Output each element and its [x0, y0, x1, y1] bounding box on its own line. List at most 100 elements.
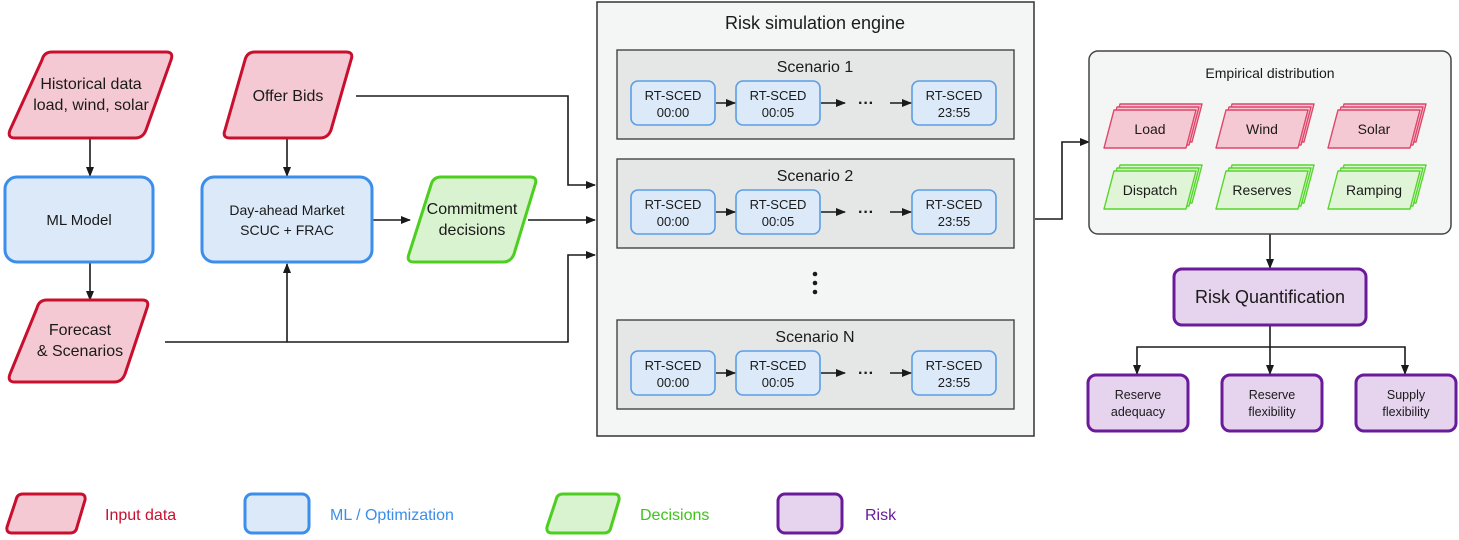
legend: Input data ML / Optimization Decisions R…	[5, 492, 897, 535]
empirical-card-dispatch[interactable]: Dispatch	[1103, 164, 1203, 210]
rounded-rect-shape	[1220, 373, 1324, 433]
empirical-card-reserves[interactable]: Reserves	[1215, 164, 1315, 210]
arrow-bids-to-engine	[356, 95, 596, 189]
arrow-risk-to-supply	[1270, 346, 1409, 375]
scenario-title: Scenario 2	[777, 168, 854, 185]
label-line-2: & Scenarios	[37, 343, 123, 360]
scenario-title: Scenario N	[775, 329, 854, 346]
step-time: 00:05	[762, 105, 795, 120]
dot	[812, 280, 818, 286]
risk-metric-supply-flexibility[interactable]: Supply flexibility	[1354, 373, 1458, 433]
empirical-card-load[interactable]: Load	[1103, 103, 1203, 149]
parallelogram-shape	[406, 175, 538, 264]
parallelogram-shape	[7, 50, 174, 140]
step-time: 00:05	[762, 375, 795, 390]
label-line-1: Historical data	[40, 76, 141, 93]
rt-sced-step[interactable]: RT-SCED 00:05	[735, 80, 821, 126]
step-time: 23:55	[938, 375, 971, 390]
label: ML Model	[46, 212, 111, 229]
label-line-1: Commitment	[427, 201, 518, 218]
step-label: RT-SCED	[926, 197, 983, 212]
step-label: RT-SCED	[750, 88, 807, 103]
rt-sced-step[interactable]: RT-SCED 23:55	[911, 350, 997, 396]
rt-sced-step[interactable]: RT-SCED 00:00	[630, 189, 716, 235]
step-time: 00:00	[657, 105, 690, 120]
label-line-2: decisions	[439, 222, 506, 239]
legend-label: Input data	[105, 507, 176, 524]
parallelogram-shape	[7, 298, 150, 384]
label-line-1: Reserve	[1249, 388, 1296, 402]
step-label: RT-SCED	[645, 88, 702, 103]
empirical-title: Empirical distribution	[1205, 65, 1334, 81]
label-line-1: Supply	[1387, 388, 1426, 402]
legend-swatch	[545, 492, 621, 535]
legend-item-ml-optimization: ML / Optimization	[243, 492, 454, 535]
label: Risk Quantification	[1195, 287, 1345, 307]
legend-item-input-data: Input data	[5, 492, 176, 535]
card-label: Load	[1134, 121, 1165, 137]
legend-item-risk: Risk	[776, 492, 897, 535]
legend-label: Risk	[865, 507, 897, 524]
node-day-ahead-market[interactable]: Day-ahead Market SCUC + FRAC	[200, 175, 374, 264]
legend-item-decisions: Decisions	[545, 492, 709, 535]
label-line-1: Forecast	[49, 322, 112, 339]
rt-sced-step[interactable]: RT-SCED 23:55	[911, 189, 997, 235]
label-line-2: load, wind, solar	[33, 97, 149, 114]
node-commitment-decisions[interactable]: Commitment decisions	[406, 175, 538, 264]
label-line-2: flexibility	[1382, 405, 1430, 419]
horizontal-ellipsis: ···	[858, 204, 874, 221]
empirical-card-solar[interactable]: Solar	[1327, 103, 1427, 149]
node-risk-quantification[interactable]: Risk Quantification	[1172, 267, 1368, 327]
label-line-2: SCUC + FRAC	[240, 222, 334, 238]
label-line-1: Reserve	[1115, 388, 1162, 402]
dot	[812, 289, 818, 295]
step-label: RT-SCED	[926, 358, 983, 373]
empirical-card-ramping[interactable]: Ramping	[1327, 164, 1427, 210]
rounded-rect-shape	[1086, 373, 1190, 433]
step-label: RT-SCED	[750, 358, 807, 373]
legend-swatch	[5, 492, 87, 535]
node-forecast-scenarios[interactable]: Forecast & Scenarios	[7, 298, 150, 384]
step-label: RT-SCED	[750, 197, 807, 212]
empirical-distribution: Empirical distribution Load Wind Solar Disp…	[1088, 50, 1452, 235]
engine-title: Risk simulation engine	[725, 13, 905, 33]
node-historical-data[interactable]: Historical data load, wind, solar	[7, 50, 174, 140]
step-time: 00:00	[657, 214, 690, 229]
card-label: Solar	[1358, 121, 1391, 137]
arrow-engine-to-empirical	[1035, 138, 1090, 220]
rounded-rect-shape	[200, 175, 374, 264]
legend-swatch	[776, 492, 844, 535]
risk-metric-reserve-adequacy[interactable]: Reserve adequacy	[1086, 373, 1190, 433]
rt-sced-step[interactable]: RT-SCED 23:55	[911, 80, 997, 126]
empirical-card-wind[interactable]: Wind	[1215, 103, 1315, 149]
scenario-3: Scenario NRT-SCED00:00RT-SCED00:05RT-SCE…	[616, 319, 1015, 410]
node-offer-bids[interactable]: Offer Bids	[222, 50, 354, 140]
label: Offer Bids	[253, 88, 324, 105]
label-line-2: flexibility	[1248, 405, 1296, 419]
rt-sced-step[interactable]: RT-SCED 00:05	[735, 350, 821, 396]
card-label: Ramping	[1346, 182, 1402, 198]
diagram-canvas: Historical data load, wind, solar Offer …	[3, 1, 1458, 535]
scenario-1: Scenario 1RT-SCED00:00RT-SCED00:05RT-SCE…	[616, 49, 1015, 140]
card-label: Dispatch	[1123, 182, 1177, 198]
risk-simulation-engine: Risk simulation engine Scenario 1 RT-SCED…	[596, 1, 1035, 437]
scenario-2: Scenario 2RT-SCED00:00RT-SCED00:05RT-SCE…	[616, 158, 1015, 249]
legend-label: ML / Optimization	[330, 507, 454, 524]
legend-label: Decisions	[640, 507, 709, 524]
label-line-1: Day-ahead Market	[229, 202, 344, 218]
risk-metric-reserve-flexibility[interactable]: Reserve flexibility	[1220, 373, 1324, 433]
step-label: RT-SCED	[645, 358, 702, 373]
rt-sced-step[interactable]: RT-SCED 00:00	[630, 350, 716, 396]
step-time: 23:55	[938, 214, 971, 229]
arrow-forecast-to-engine	[165, 251, 596, 343]
vertical-ellipsis	[812, 271, 818, 295]
step-time: 23:55	[938, 105, 971, 120]
dot	[812, 271, 818, 277]
step-time: 00:00	[657, 375, 690, 390]
rt-sced-step[interactable]: RT-SCED 00:00	[630, 80, 716, 126]
node-ml-model[interactable]: ML Model	[3, 175, 155, 264]
rt-sced-step[interactable]: RT-SCED 00:05	[735, 189, 821, 235]
scenario-title: Scenario 1	[777, 59, 854, 76]
step-label: RT-SCED	[926, 88, 983, 103]
label-line-2: adequacy	[1111, 405, 1166, 419]
